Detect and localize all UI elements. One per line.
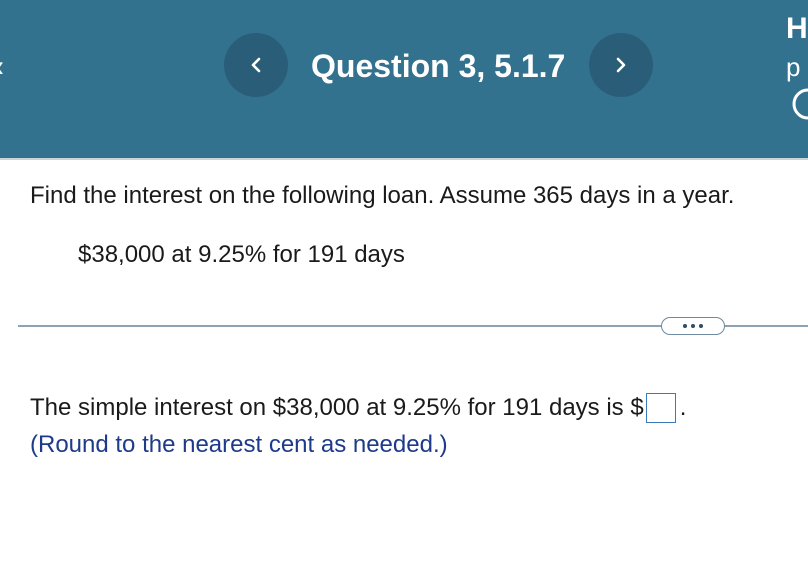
question-title: Question 3, 5.1.7 [311,48,566,84]
progress-circle-icon [792,88,808,120]
answer-sentence: The simple interest on $38,000 at 9.25% … [30,394,644,421]
interest-answer-input[interactable] [645,393,676,423]
previous-question-button[interactable] [224,33,288,97]
next-question-button[interactable] [589,33,653,97]
more-dot-icon [699,324,703,328]
expand-more-button[interactable] [661,317,725,335]
header-right-text: p [786,52,801,82]
answer-suffix: . [679,394,687,421]
chevron-left-icon [251,57,261,73]
answer-statement: The simple interest on $38,000 at 9.25% … [30,392,686,424]
back-chevron-icon[interactable]: ‹ [0,52,4,82]
chevron-right-icon [616,57,626,73]
header-right-letter: H [786,12,808,45]
rounding-hint: (Round to the nearest cent as needed.) [30,431,448,458]
question-header: ‹ Question 3, 5.1.7 H p [0,0,808,160]
more-dot-icon [683,324,687,328]
more-dot-icon [691,324,695,328]
question-prompt: Find the interest on the following loan.… [30,182,735,209]
loan-details: $38,000 at 9.25% for 191 days [78,241,405,268]
